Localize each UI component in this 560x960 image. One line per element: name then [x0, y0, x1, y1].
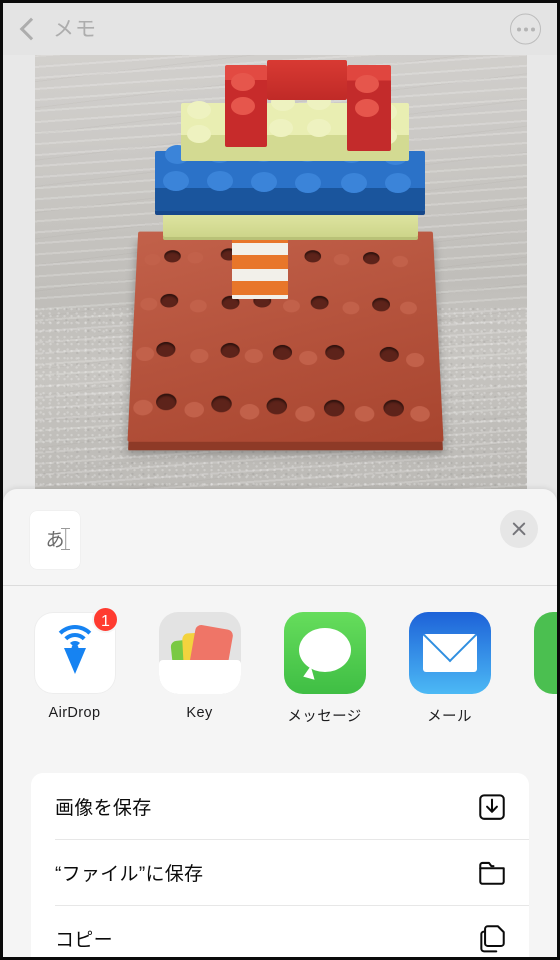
phone-screen: メモ あ 1 AirDrop Key メッセージ メール 画像を保存 “ファイル…	[0, 0, 560, 960]
folder-icon	[479, 861, 505, 885]
action-label: “ファイル”に保存	[55, 863, 204, 885]
line-icon	[533, 612, 557, 694]
more-circle-icon[interactable]	[510, 13, 541, 45]
block-structure	[35, 55, 527, 505]
shared-item-thumbnail[interactable]: あ	[30, 511, 80, 569]
text-cursor-icon	[61, 528, 70, 550]
messages-icon	[283, 612, 366, 694]
navigation-bar: メモ	[3, 3, 557, 55]
action-save-to-files[interactable]: “ファイル”に保存	[31, 839, 529, 905]
share-sheet-header: あ	[3, 489, 557, 585]
back-button-label: メモ	[53, 17, 97, 41]
photo-viewer[interactable]	[35, 55, 527, 505]
action-label: コピー	[55, 929, 113, 951]
share-target-line[interactable]	[529, 612, 557, 705]
action-save-image[interactable]: 画像を保存	[31, 773, 529, 839]
more-dot	[523, 27, 528, 31]
share-target-label: Key	[186, 705, 213, 721]
share-target-label: メール	[427, 709, 472, 725]
share-target-label: AirDrop	[48, 705, 101, 721]
more-dot	[530, 27, 535, 31]
action-copy[interactable]: コピー	[31, 905, 529, 957]
share-target-messages[interactable]: メッセージ	[279, 612, 370, 726]
red-brick-back	[267, 60, 347, 100]
back-button[interactable]: メモ	[17, 17, 97, 41]
close-icon[interactable]	[500, 510, 538, 548]
share-sheet: あ 1 AirDrop Key メッセージ メール 画像を保存 “ファイル”に保…	[3, 489, 557, 957]
mail-icon	[408, 612, 491, 694]
app-share-row[interactable]: 1 AirDrop Key メッセージ メール	[3, 586, 557, 766]
airdrop-badge: 1	[92, 606, 119, 633]
share-target-airdrop[interactable]: 1 AirDrop	[29, 606, 120, 721]
orange-column	[232, 229, 288, 299]
key-wallet-icon	[158, 612, 241, 694]
action-label: 画像を保存	[55, 797, 152, 819]
share-target-key[interactable]: Key	[154, 612, 245, 721]
share-target-label: メッセージ	[287, 709, 362, 725]
share-action-list: 画像を保存 “ファイル”に保存 コピー	[31, 773, 529, 957]
share-target-mail[interactable]: メール	[404, 612, 495, 726]
chevron-left-icon	[19, 17, 43, 41]
copy-icon	[480, 925, 505, 953]
more-dot	[516, 27, 521, 31]
save-image-icon	[479, 794, 505, 820]
